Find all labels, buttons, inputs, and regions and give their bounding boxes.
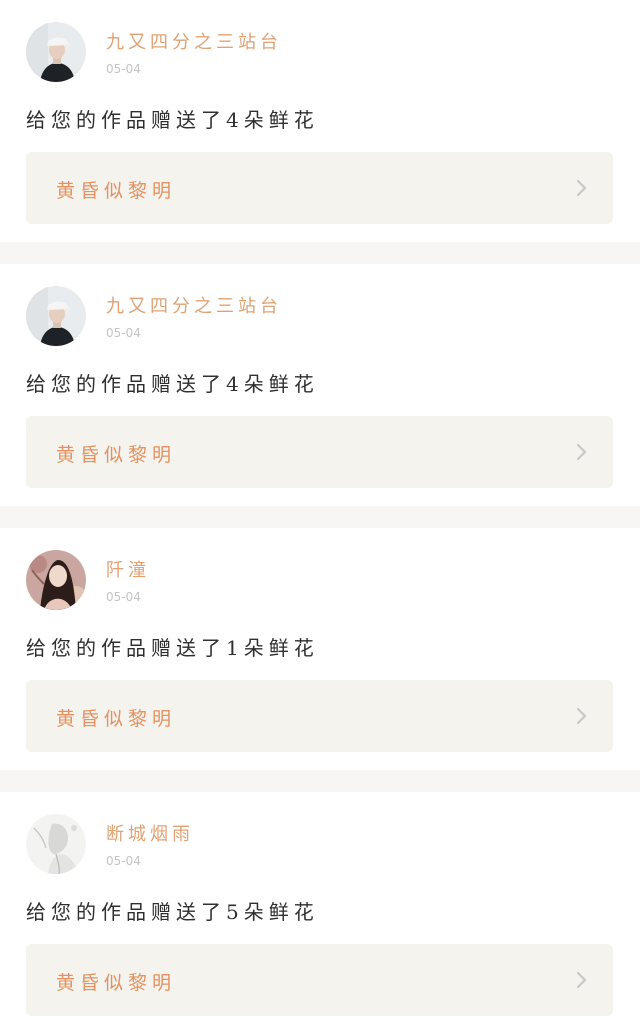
username[interactable]: 阡潼 [106,556,150,582]
gift-message: 给您的作品赠送了1朵鲜花 [26,636,319,660]
timestamp: 05-04 [106,590,141,604]
notification-card: 九又四分之三站台 05-04 给您的作品赠送了4朵鲜花 黄昏似黎明 [0,264,640,506]
divider [0,770,640,792]
work-title: 黄昏似黎明 [56,708,177,730]
username[interactable]: 九又四分之三站台 [106,28,282,54]
chevron-right-icon [576,971,587,989]
avatar-ink-figure-icon [26,814,86,874]
timestamp: 05-04 [106,326,141,340]
timestamp: 05-04 [106,854,141,868]
avatar[interactable] [26,286,86,346]
avatar[interactable] [26,550,86,610]
avatar-man-cap-icon [26,22,86,82]
timestamp: 05-04 [106,62,141,76]
divider [0,506,640,528]
work-title: 黄昏似黎明 [56,180,177,202]
work-link[interactable]: 黄昏似黎明 [26,152,613,224]
work-title: 黄昏似黎明 [56,444,177,466]
gift-message: 给您的作品赠送了5朵鲜花 [26,900,319,924]
gift-message: 给您的作品赠送了4朵鲜花 [26,108,319,132]
avatar-woman-icon [26,550,86,610]
chevron-right-icon [576,707,587,725]
chevron-right-icon [576,179,587,197]
avatar[interactable] [26,814,86,874]
work-link[interactable]: 黄昏似黎明 [26,416,613,488]
avatar[interactable] [26,22,86,82]
username[interactable]: 九又四分之三站台 [106,292,282,318]
work-link[interactable]: 黄昏似黎明 [26,680,613,752]
notification-feed: 九又四分之三站台 05-04 给您的作品赠送了4朵鲜花 黄昏似黎明 九又四分之三… [0,0,640,1034]
notification-card: 阡潼 05-04 给您的作品赠送了1朵鲜花 黄昏似黎明 [0,528,640,770]
work-title: 黄昏似黎明 [56,972,177,994]
work-link[interactable]: 黄昏似黎明 [26,944,613,1016]
notification-card: 九又四分之三站台 05-04 给您的作品赠送了4朵鲜花 黄昏似黎明 [0,0,640,242]
gift-message: 给您的作品赠送了4朵鲜花 [26,372,319,396]
username[interactable]: 断城烟雨 [106,820,194,846]
chevron-right-icon [576,443,587,461]
notification-card: 断城烟雨 05-04 给您的作品赠送了5朵鲜花 黄昏似黎明 [0,792,640,1034]
avatar-man-cap-icon [26,286,86,346]
divider [0,242,640,264]
